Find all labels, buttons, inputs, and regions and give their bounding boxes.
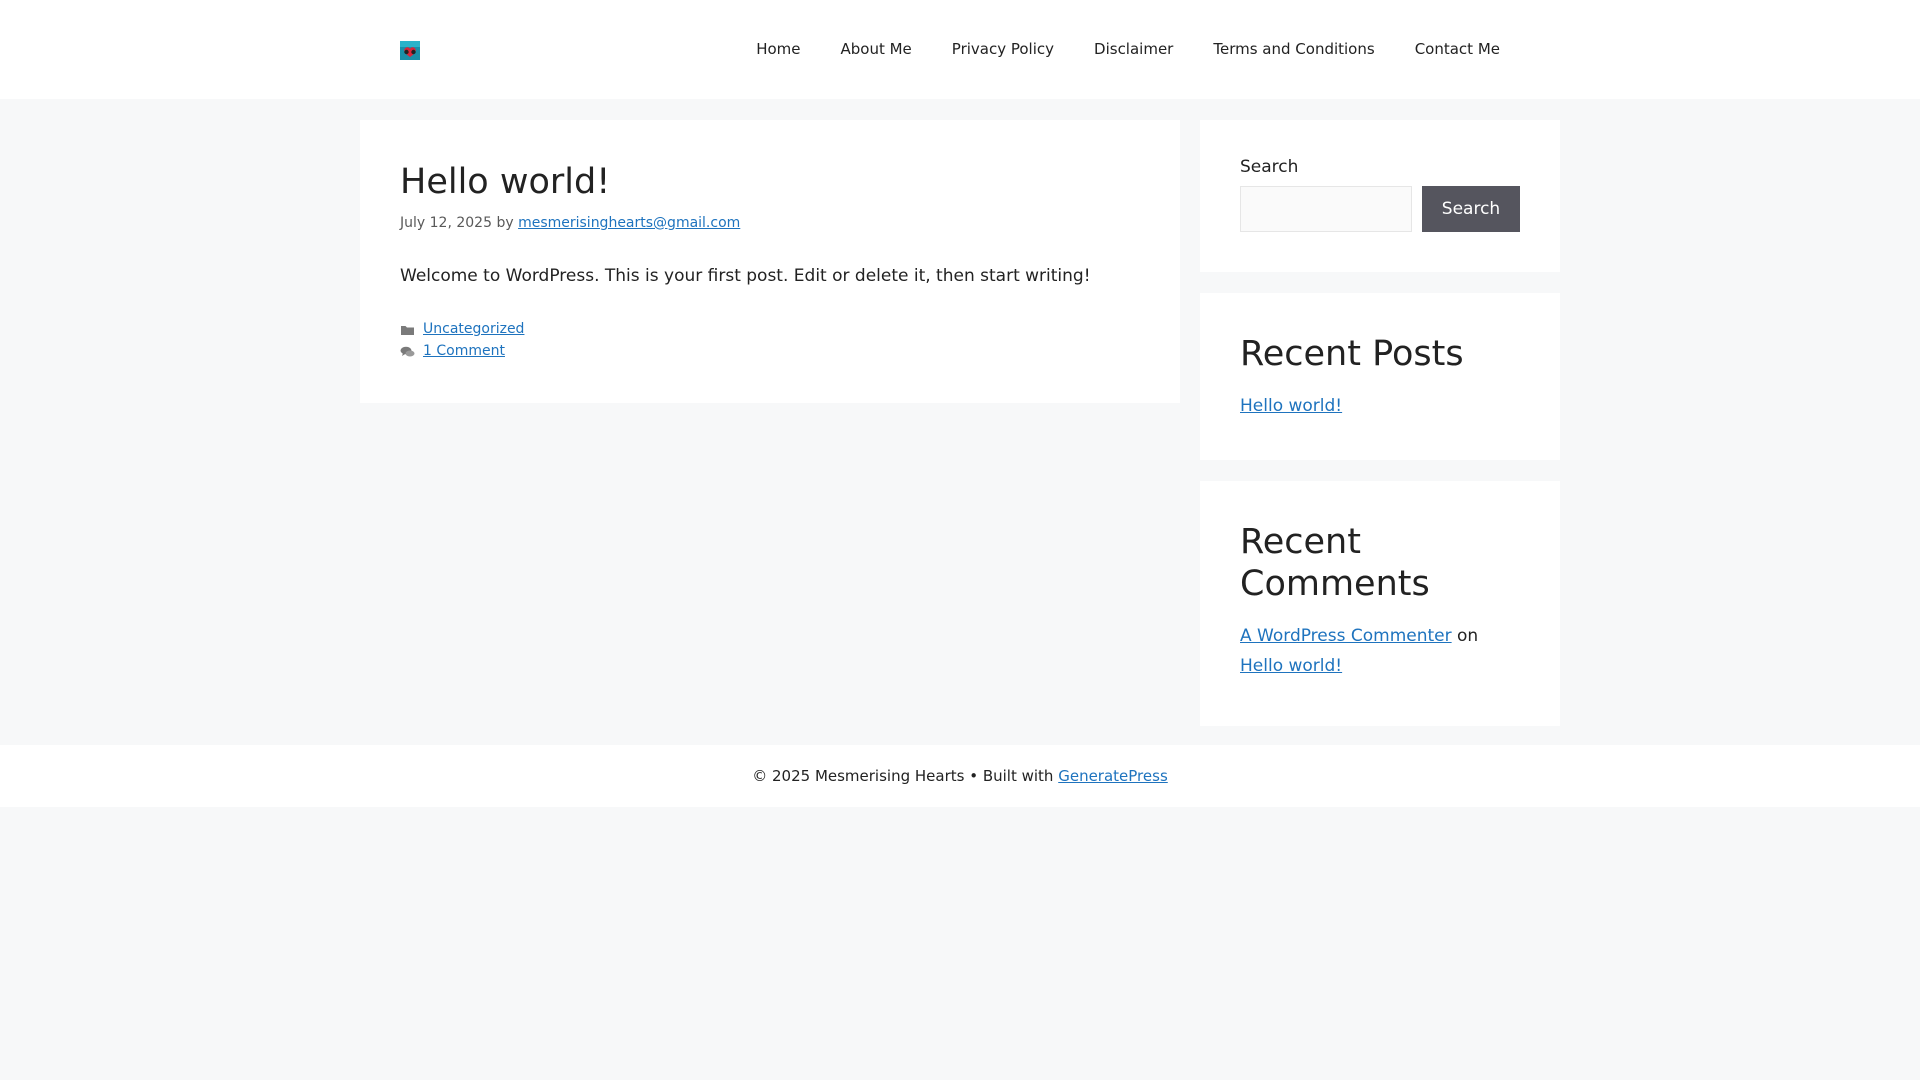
site-footer: © 2025 Mesmerising Hearts • Built with G… xyxy=(0,745,1920,807)
nav-disclaimer[interactable]: Disclaimer xyxy=(1074,0,1193,99)
nav-terms-and-conditions[interactable]: Terms and Conditions xyxy=(1193,0,1394,99)
recent-comment-item: A WordPress Commenter on Hello world! xyxy=(1240,621,1520,681)
search-widget: Search Search xyxy=(1200,120,1560,272)
post-meta: July 12, 2025 by mesmerisinghearts@gmail… xyxy=(400,214,1140,232)
post-comments-line: 1 Comment xyxy=(400,340,1140,362)
nav-contact-me[interactable]: Contact Me xyxy=(1395,0,1520,99)
search-button[interactable]: Search xyxy=(1422,186,1520,232)
nav-home[interactable]: Home xyxy=(736,0,820,99)
post-category-link[interactable]: Uncategorized xyxy=(423,318,524,340)
recent-posts-widget: Recent Posts Hello world! xyxy=(1200,293,1560,460)
comment-post-link[interactable]: Hello world! xyxy=(1240,656,1342,676)
post-by-label: by xyxy=(496,215,514,231)
search-input[interactable] xyxy=(1240,186,1412,232)
post-category-line: Uncategorized xyxy=(400,318,1140,340)
post-date: July 12, 2025 xyxy=(400,215,492,231)
search-row: Search xyxy=(1240,186,1520,232)
comment-on-label: on xyxy=(1457,626,1479,646)
folder-icon xyxy=(400,322,415,336)
main-navigation: Home About Me Privacy Policy Disclaimer … xyxy=(736,0,1520,99)
search-label: Search xyxy=(1240,157,1299,177)
footer-copyright: © 2025 Mesmerising Hearts • Built with xyxy=(752,767,1054,785)
post-article: Hello world! July 12, 2025 by mesmerisin… xyxy=(360,120,1180,403)
nav-about-me[interactable]: About Me xyxy=(821,0,932,99)
nav-privacy-policy[interactable]: Privacy Policy xyxy=(932,0,1074,99)
post-content: Welcome to WordPress. This is your first… xyxy=(400,266,1091,286)
post-footer: Uncategorized 1 Comment xyxy=(400,318,1140,362)
comment-author-link[interactable]: A WordPress Commenter xyxy=(1240,626,1452,646)
recent-post-link[interactable]: Hello world! xyxy=(1240,396,1342,416)
recent-posts-list: Hello world! xyxy=(1240,391,1520,421)
recent-comments-widget: Recent Comments A WordPress Commenter on… xyxy=(1200,481,1560,726)
post-title: Hello world! xyxy=(400,162,611,202)
footer-generatepress-link[interactable]: GeneratePress xyxy=(1058,767,1168,785)
site-header: Home About Me Privacy Policy Disclaimer … xyxy=(0,0,1920,99)
recent-posts-title: Recent Posts xyxy=(1240,334,1464,374)
site-logo-icon[interactable] xyxy=(400,41,420,60)
comments-icon xyxy=(400,344,415,358)
post-comments-link[interactable]: 1 Comment xyxy=(423,340,505,362)
post-author-link[interactable]: mesmerisinghearts@gmail.com xyxy=(518,215,740,231)
recent-comments-title: Recent Comments xyxy=(1240,522,1430,604)
